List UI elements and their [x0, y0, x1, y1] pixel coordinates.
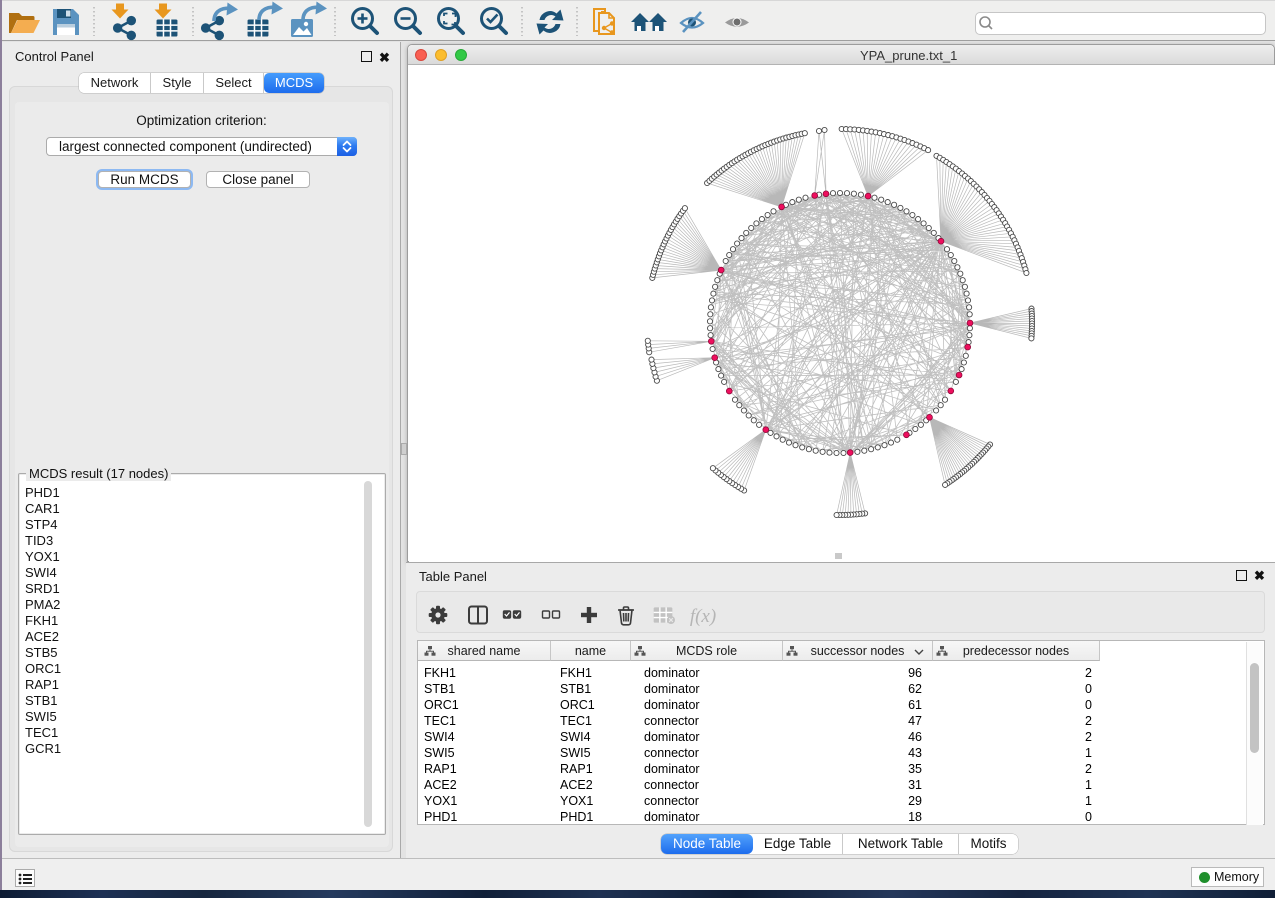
svg-text:f(x): f(x): [690, 606, 716, 627]
